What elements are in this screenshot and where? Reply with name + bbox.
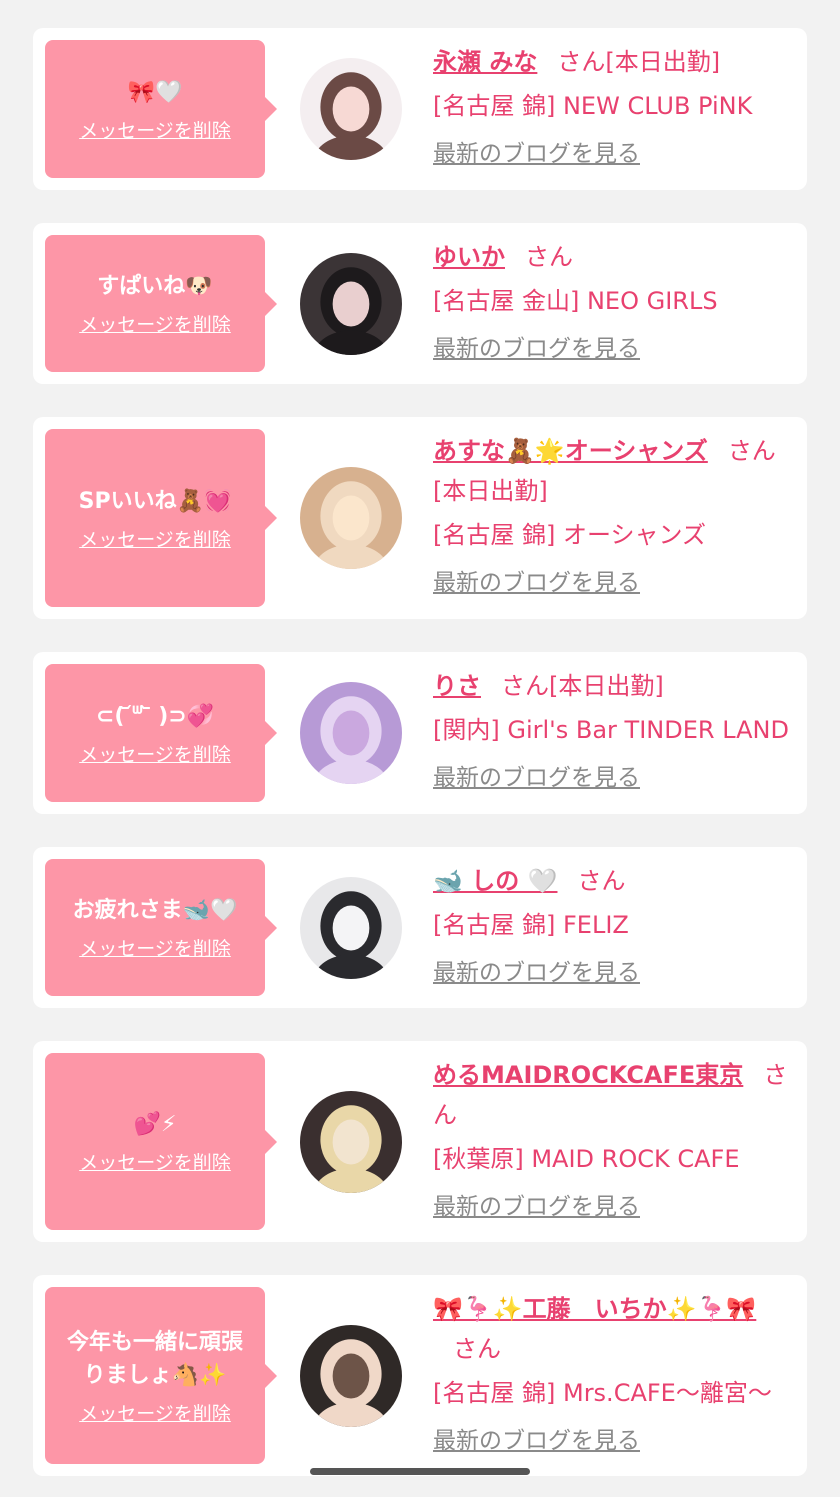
message-bubble: 💕⚡ メッセージを削除 xyxy=(45,1053,277,1230)
profile-photo-icon xyxy=(300,1090,402,1193)
message-card: 💕⚡ メッセージを削除 めるMAIDROCKCAFE東京 さん [秋葉原] MAID R… xyxy=(33,1041,807,1242)
cast-name-link[interactable]: 🎀🦩✨工藤 いちか✨🦩🎀 xyxy=(433,1295,756,1323)
cast-name-line: 🎀🦩✨工藤 いちか✨🦩🎀 さん xyxy=(433,1289,793,1369)
delete-message-link[interactable]: メッセージを削除 xyxy=(79,1151,231,1175)
profile-photo-icon xyxy=(300,876,402,979)
profile-photo-icon xyxy=(300,252,402,355)
message-bubble: 🎀🤍 メッセージを削除 xyxy=(45,40,277,178)
latest-blog-link[interactable]: 最新のブログを見る xyxy=(433,959,640,987)
cast-info: 🎀🦩✨工藤 いちか✨🦩🎀 さん [名古屋 錦] Mrs.CAFE〜離宮〜 最新のブログ… xyxy=(433,1289,793,1455)
message-bubble: すぱいね🐶 メッセージを削除 xyxy=(45,235,277,372)
message-text: りましょ🐴✨ xyxy=(83,1362,227,1388)
cast-info: めるMAIDROCKCAFE東京 さん [秋葉原] MAID ROCK CAFE 最新… xyxy=(433,1055,793,1221)
latest-blog-link[interactable]: 最新のブログを見る xyxy=(433,1427,640,1455)
delete-message-link[interactable]: メッセージを削除 xyxy=(79,313,231,337)
profile-photo-icon xyxy=(300,58,402,160)
message-list: 🎀🤍 メッセージを削除 永瀬 みな さん[本日出勤] [名古屋 錦] NEW CLUB … xyxy=(0,0,840,1497)
latest-blog-link[interactable]: 最新のブログを見る xyxy=(433,335,640,363)
cast-info: ゆいか さん [名古屋 金山] NEO GIRLS 最新のブログを見る xyxy=(433,237,793,363)
delete-message-link[interactable]: メッセージを削除 xyxy=(79,937,231,961)
shop-name: [名古屋 錦] Mrs.CAFE〜離宮〜 xyxy=(433,1379,772,1407)
cast-honorific-status: さん xyxy=(577,867,626,895)
shop-name: [名古屋 錦] FELIZ xyxy=(433,911,629,939)
message-text: 🎀🤍 xyxy=(127,79,183,105)
shop-name: [名古屋 金山] NEO GIRLS xyxy=(433,287,718,315)
profile-photo-icon xyxy=(300,1324,402,1427)
cast-name-link[interactable]: 永瀬 みな xyxy=(433,48,537,76)
message-card: お疲れさま🐋🤍 メッセージを削除 🐋 しの 🤍 さん [名古屋 錦] FELIZ 最新のブ… xyxy=(33,847,807,1008)
message-bubble: 今年も一緒に頑張 りましょ🐴✨ メッセージを削除 xyxy=(45,1287,277,1464)
latest-blog-link[interactable]: 最新のブログを見る xyxy=(433,1193,640,1221)
cast-name-line: ゆいか さん xyxy=(433,237,793,277)
cast-honorific-status: さん xyxy=(525,243,573,271)
cast-info: 永瀬 みな さん[本日出勤] [名古屋 錦] NEW CLUB PiNK 最新のブログ… xyxy=(433,42,793,168)
cast-name-link[interactable]: ゆいか xyxy=(433,243,505,271)
cast-name-link[interactable]: あすな🧸🌟オーシャンズ xyxy=(433,437,708,465)
shop-name: [名古屋 錦] NEW CLUB PiNK xyxy=(433,92,753,120)
avatar[interactable] xyxy=(300,682,402,784)
cast-name-link[interactable]: 🐋 しの 🤍 xyxy=(433,867,557,895)
profile-photo-icon xyxy=(300,682,402,784)
latest-blog-link[interactable]: 最新のブログを見る xyxy=(433,764,640,792)
cast-name-link[interactable]: りさ xyxy=(433,672,481,700)
cast-name-link[interactable]: めるMAIDROCKCAFE東京 xyxy=(433,1061,743,1089)
message-card: 今年も一緒に頑張 りましょ🐴✨ メッセージを削除 🎀🦩✨工藤 いちか✨🦩🎀 さん [名古屋… xyxy=(33,1275,807,1476)
cast-honorific-status: さん xyxy=(453,1335,501,1363)
cast-honorific-status: さん[本日出勤] xyxy=(557,48,721,76)
message-card: すぱいね🐶 メッセージを削除 ゆいか さん [名古屋 金山] NEO GIRLS 最新のブ… xyxy=(33,223,807,384)
avatar[interactable] xyxy=(300,252,402,355)
cast-info: 🐋 しの 🤍 さん [名古屋 錦] FELIZ 最新のブログを見る xyxy=(433,861,793,987)
cast-info: あすな🧸🌟オーシャンズ さん[本日出勤] [名古屋 錦] オーシャンズ 最新のブログを… xyxy=(433,431,793,597)
latest-blog-link[interactable]: 最新のブログを見る xyxy=(433,140,640,168)
message-text: SPいいね🧸💓 xyxy=(78,488,232,514)
cast-name-line: 永瀬 みな さん[本日出勤] xyxy=(433,42,793,82)
latest-blog-link[interactable]: 最新のブログを見る xyxy=(433,569,640,597)
cast-name-line: りさ さん[本日出勤] xyxy=(433,666,793,706)
cast-name-line: あすな🧸🌟オーシャンズ さん[本日出勤] xyxy=(433,431,793,511)
avatar[interactable] xyxy=(300,58,402,160)
home-indicator xyxy=(310,1468,530,1475)
message-card: 🎀🤍 メッセージを削除 永瀬 みな さん[本日出勤] [名古屋 錦] NEW CLUB … xyxy=(33,28,807,190)
message-bubble: ⊂( ᷄ᐜ ᷅ )⊃💞 メッセージを削除 xyxy=(45,664,277,802)
cast-name-line: 🐋 しの 🤍 さん xyxy=(433,861,793,901)
profile-photo-icon xyxy=(300,467,402,569)
delete-message-link[interactable]: メッセージを削除 xyxy=(79,1402,231,1426)
message-bubble: SPいいね🧸💓 メッセージを削除 xyxy=(45,429,277,607)
avatar[interactable] xyxy=(300,1090,402,1193)
avatar[interactable] xyxy=(300,1324,402,1427)
message-text: お疲れさま🐋🤍 xyxy=(72,898,238,923)
cast-honorific-status: さん[本日出勤] xyxy=(501,672,664,700)
cast-name-line: めるMAIDROCKCAFE東京 さん xyxy=(433,1055,793,1135)
shop-name: [秋葉原] MAID ROCK CAFE xyxy=(433,1145,740,1173)
message-text: すぱいね🐶 xyxy=(97,274,213,299)
delete-message-link[interactable]: メッセージを削除 xyxy=(79,743,231,767)
message-text: ⊂( ᷄ᐜ ᷅ )⊃💞 xyxy=(95,703,215,729)
message-card: SPいいね🧸💓 メッセージを削除 あすな🧸🌟オーシャンズ さん[本日出勤] [名古屋 錦… xyxy=(33,417,807,619)
shop-name: [名古屋 錦] オーシャンズ xyxy=(433,521,707,549)
message-text: 💕⚡ xyxy=(133,1112,177,1137)
cast-info: りさ さん[本日出勤] [関内] Girl's Bar TINDER LAND 最新の… xyxy=(433,666,793,792)
delete-message-link[interactable]: メッセージを削除 xyxy=(79,119,231,143)
avatar[interactable] xyxy=(300,876,402,979)
avatar[interactable] xyxy=(300,467,402,569)
message-text: 今年も一緒に頑張 xyxy=(66,1329,243,1355)
message-card: ⊂( ᷄ᐜ ᷅ )⊃💞 メッセージを削除 りさ さん[本日出勤] [関内] Girl's… xyxy=(33,652,807,814)
shop-name: [関内] Girl's Bar TINDER LAND xyxy=(433,716,789,744)
message-bubble: お疲れさま🐋🤍 メッセージを削除 xyxy=(45,859,277,996)
delete-message-link[interactable]: メッセージを削除 xyxy=(79,528,231,552)
